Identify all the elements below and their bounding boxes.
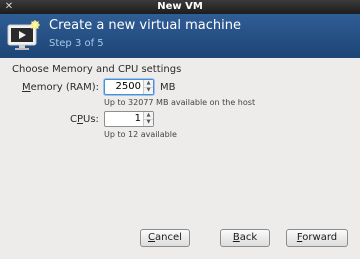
cpus-label-text: Us: <box>83 114 99 125</box>
memory-hint: Up to 32077 MB available on the host <box>104 98 256 107</box>
cpus-spinbox[interactable]: 1 ▲ ▼ <box>104 111 154 127</box>
memory-stepper: ▲ ▼ <box>143 80 153 94</box>
section-title: Choose Memory and CPU settings <box>12 64 182 75</box>
cpus-label: CPUs: <box>70 114 99 125</box>
memory-value[interactable]: 2500 <box>116 80 141 94</box>
back-label: ack <box>239 232 258 243</box>
memory-unit: MB <box>160 82 176 93</box>
forward-label: orward <box>302 232 338 243</box>
cancel-button[interactable]: Cancel <box>140 229 190 247</box>
cpus-value[interactable]: 1 <box>135 112 141 126</box>
memory-label-text: emory (RAM): <box>30 82 100 93</box>
back-button[interactable]: Back <box>220 229 270 247</box>
new-vm-dialog: ✕ New VM Create a new virtual machine St… <box>0 0 360 259</box>
window-title: New VM <box>157 1 203 12</box>
forward-button[interactable]: Forward <box>286 229 348 247</box>
back-mnemonic: B <box>232 232 240 243</box>
title-bar: ✕ New VM <box>0 0 360 14</box>
cpus-hint: Up to 12 available <box>104 130 177 139</box>
wizard-step: Step 3 of 5 <box>49 38 104 49</box>
memory-label: Memory (RAM): <box>22 82 99 93</box>
memory-spinbox[interactable]: 2500 ▲ ▼ <box>104 79 154 95</box>
cancel-label: ancel <box>155 232 182 243</box>
cpus-stepper: ▲ ▼ <box>143 112 153 126</box>
wizard-header: Create a new virtual machine Step 3 of 5 <box>0 14 360 58</box>
wizard-title: Create a new virtual machine <box>49 18 241 33</box>
memory-label-mnemonic: M <box>22 82 31 93</box>
vm-monitor-icon <box>7 20 40 50</box>
close-icon[interactable]: ✕ <box>3 1 15 12</box>
memory-decrease-icon[interactable]: ▼ <box>144 87 153 94</box>
cancel-mnemonic: C <box>148 232 156 243</box>
cpus-decrease-icon[interactable]: ▼ <box>144 119 153 126</box>
cpus-label-prefix: C <box>70 114 77 125</box>
